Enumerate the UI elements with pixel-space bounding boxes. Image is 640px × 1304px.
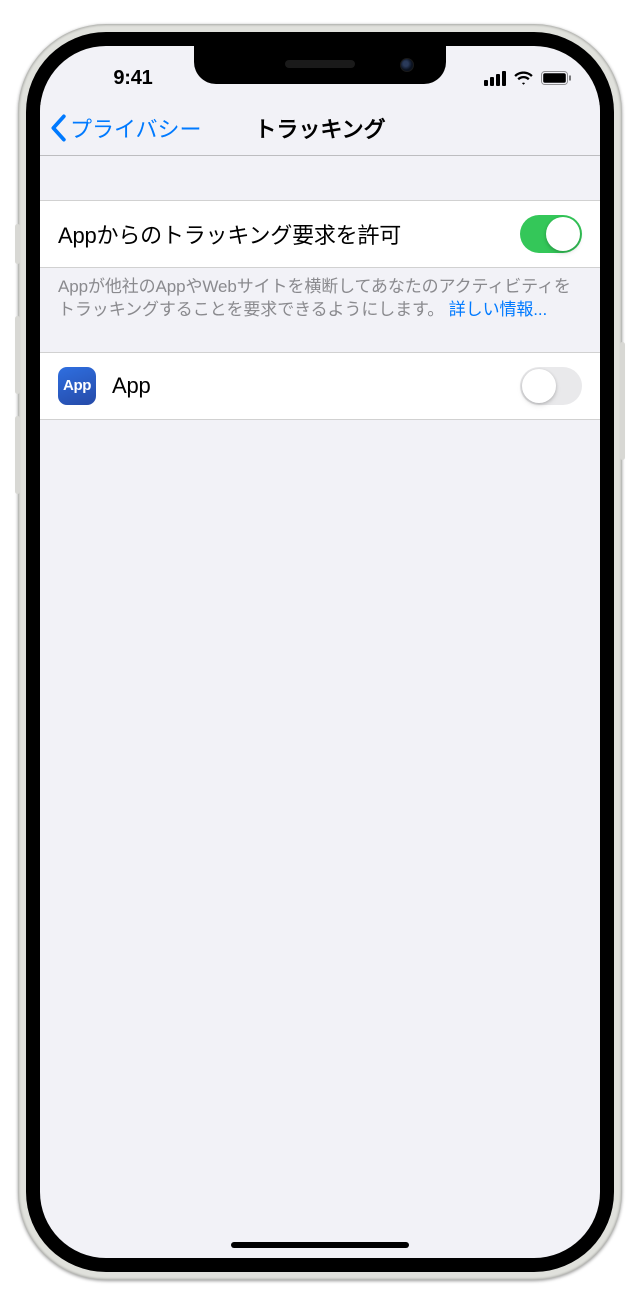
phone-body: 9:41 (26, 32, 614, 1272)
power-button (620, 342, 625, 460)
footer-description: Appが他社のAppやWebサイトを横断してあなたのアクティビティをトラッキング… (40, 268, 600, 322)
notch (194, 46, 446, 84)
allow-tracking-cell[interactable]: Appからのトラッキング要求を許可 (40, 200, 600, 268)
phone-frame: 9:41 (18, 24, 622, 1280)
more-info-link[interactable]: 詳しい情報... (449, 300, 547, 319)
speaker (285, 60, 355, 68)
content: Appからのトラッキング要求を許可 Appが他社のAppやWebサイトを横断して… (40, 156, 600, 420)
app-tracking-toggle[interactable] (520, 367, 582, 405)
app-icon: App (58, 367, 96, 405)
home-indicator[interactable] (231, 1242, 409, 1248)
app-tracking-cell[interactable]: App App (40, 352, 600, 420)
screen: 9:41 (40, 46, 600, 1258)
allow-tracking-toggle[interactable] (520, 215, 582, 253)
cellular-signal-icon (484, 71, 506, 86)
volume-down-button (15, 416, 20, 494)
mute-switch (15, 224, 20, 264)
battery-icon (541, 71, 572, 85)
volume-up-button (15, 316, 20, 394)
back-button[interactable]: プライバシー (48, 112, 202, 144)
chevron-left-icon (48, 114, 68, 142)
app-name-label: App (112, 373, 520, 399)
nav-bar: プライバシー トラッキング (40, 100, 600, 156)
front-camera (400, 58, 414, 72)
wifi-icon (513, 71, 534, 86)
allow-tracking-label: Appからのトラッキング要求を許可 (58, 218, 520, 250)
status-time: 9:41 (113, 67, 152, 90)
back-label: プライバシー (70, 112, 202, 144)
